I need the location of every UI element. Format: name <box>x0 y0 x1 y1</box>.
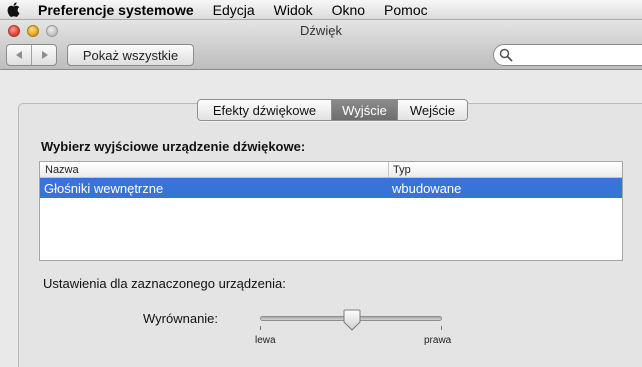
tab-bar: Efekty dźwiękowe Wyjście Wejście <box>197 99 468 121</box>
menu-help[interactable]: Pomoc <box>384 2 428 18</box>
slider-tick-left <box>260 326 261 330</box>
menu-edit[interactable]: Edycja <box>213 2 255 18</box>
column-header-name[interactable]: Nazwa <box>40 162 389 177</box>
back-button[interactable] <box>7 45 31 65</box>
device-name-cell: Głośniki wewnętrzne <box>44 180 164 196</box>
menu-app-name[interactable]: Preferencje systemowe <box>38 2 194 18</box>
menu-bar: Preferencje systemowe Edycja Widok Okno … <box>0 0 642 20</box>
column-header-type[interactable]: Typ <box>389 162 622 177</box>
search-icon <box>499 48 513 65</box>
search-field[interactable] <box>493 44 642 66</box>
balance-label: Wyrównanie: <box>143 311 219 326</box>
chevron-left-icon <box>15 51 22 59</box>
tab-sound-effects[interactable]: Efekty dźwiękowe <box>198 100 331 120</box>
tab-output[interactable]: Wyjście <box>331 100 397 120</box>
output-device-heading: Wybierz wyjściowe urządzenie dźwiękowe: <box>41 139 306 154</box>
apple-logo-icon[interactable] <box>7 2 21 18</box>
balance-left-label: lewa <box>255 335 276 346</box>
back-forward-control <box>6 44 57 66</box>
forward-button[interactable] <box>31 45 56 65</box>
balance-slider[interactable] <box>260 309 442 349</box>
toolbar: Pokaż wszystkie <box>0 42 642 70</box>
device-settings-heading: Ustawienia dla zaznaczonego urządzenia: <box>43 276 286 291</box>
menu-window[interactable]: Okno <box>332 2 365 18</box>
output-device-table[interactable]: Nazwa Typ Głośniki wewnętrzne wbudowane <box>39 161 623 261</box>
slider-tick-right <box>441 326 442 330</box>
window-titlebar: Dźwięk <box>0 20 642 42</box>
chevron-right-icon <box>41 51 48 59</box>
show-all-button[interactable]: Pokaż wszystkie <box>67 44 194 66</box>
window-title: Dźwięk <box>300 23 342 38</box>
balance-right-label: prawa <box>424 335 452 346</box>
table-row[interactable]: Głośniki wewnętrzne wbudowane <box>40 178 622 198</box>
menu-view[interactable]: Widok <box>274 2 313 18</box>
sound-preferences-pane: Efekty dźwiękowe Wyjście Wejście Wybierz… <box>0 71 642 367</box>
slider-knob[interactable] <box>343 309 361 334</box>
device-type-cell: wbudowane <box>392 180 462 196</box>
table-header: Nazwa Typ <box>40 162 622 178</box>
tab-input[interactable]: Wejście <box>397 100 467 120</box>
